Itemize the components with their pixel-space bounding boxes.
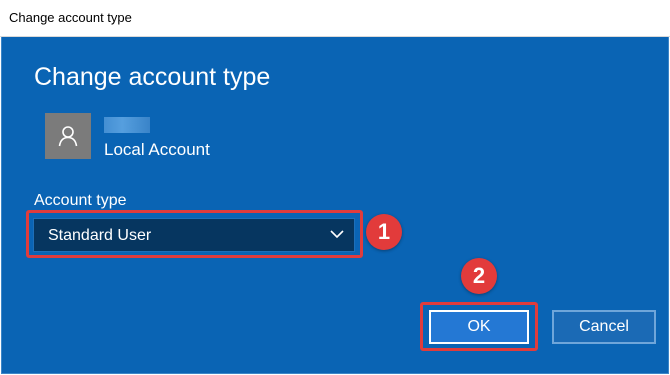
account-type-selected-value: Standard User — [48, 227, 152, 244]
window-title: Change account type — [9, 10, 132, 25]
avatar — [45, 113, 91, 159]
cancel-button[interactable]: Cancel — [552, 310, 656, 344]
account-type-label: Account type — [34, 192, 127, 209]
window-titlebar: Change account type — [0, 0, 670, 37]
account-type-subtitle: Local Account — [104, 140, 210, 159]
chevron-down-icon — [330, 230, 344, 239]
account-type-dropdown[interactable]: Standard User — [33, 218, 355, 252]
ok-button[interactable]: OK — [429, 310, 529, 344]
username-redacted — [104, 117, 150, 133]
dialog-body: Change account type Local Account Accoun… — [1, 37, 669, 374]
user-icon — [58, 126, 78, 147]
annotation-step-1-badge: 1 — [366, 214, 402, 250]
dialog-heading: Change account type — [34, 63, 271, 91]
annotation-step-2-badge: 2 — [461, 258, 497, 294]
